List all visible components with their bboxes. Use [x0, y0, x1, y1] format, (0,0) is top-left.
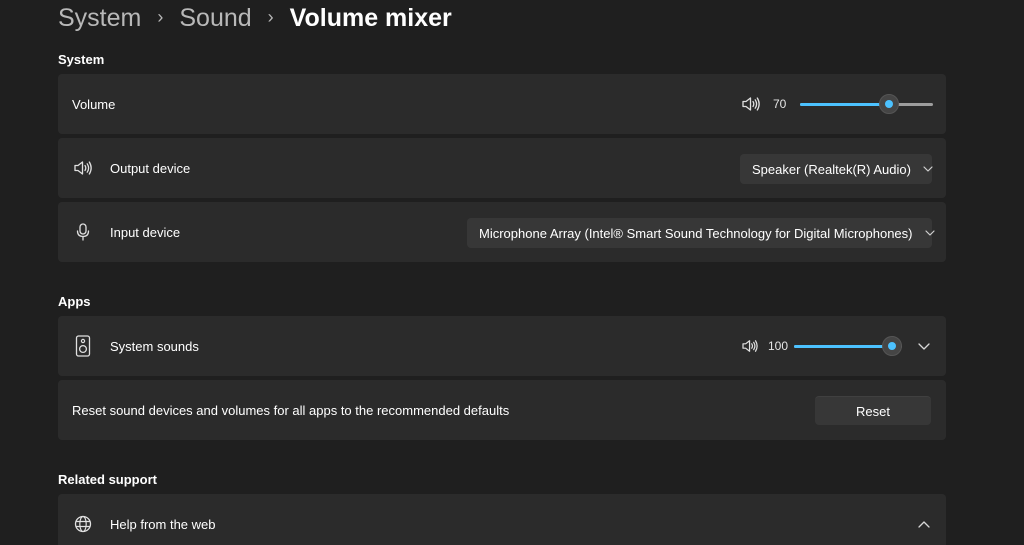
chevron-down-icon[interactable] [918, 316, 930, 376]
speaker-icon [72, 138, 94, 198]
breadcrumb-system[interactable]: System [58, 4, 141, 33]
reset-button[interactable]: Reset [815, 396, 931, 425]
volume-mixer-page: System › Sound › Volume mixer System Vol… [0, 0, 1024, 545]
help-from-web-label: Help from the web [110, 516, 216, 532]
system-sounds-slider[interactable] [794, 336, 903, 356]
input-device-label: Input device [110, 224, 181, 240]
slider-fill [800, 103, 890, 106]
chevron-down-icon [923, 166, 933, 172]
system-sounds-volume-group: 100 [741, 316, 903, 376]
section-title-related-support: Related support [58, 472, 157, 487]
slider-thumb[interactable] [882, 336, 903, 356]
volume-card: Volume 70 [58, 74, 946, 134]
system-sounds-card[interactable]: System sounds 100 [58, 316, 946, 376]
system-sounds-icon [72, 316, 94, 376]
input-device-dropdown[interactable]: Microphone Array (Intel® Smart Sound Tec… [467, 218, 935, 248]
chevron-up-icon[interactable] [918, 494, 930, 545]
speaker-icon[interactable] [741, 96, 761, 112]
volume-value: 70 [773, 97, 787, 111]
page-title: Volume mixer [289, 3, 452, 32]
input-device-selected: Microphone Array (Intel® Smart Sound Tec… [479, 225, 913, 241]
volume-label: Volume [72, 96, 116, 112]
slider-thumb[interactable] [879, 94, 900, 114]
output-device-selected: Speaker (Realtek(R) Audio) [752, 161, 911, 177]
globe-icon [72, 494, 94, 545]
output-device-dropdown[interactable]: Speaker (Realtek(R) Audio) [740, 154, 933, 184]
speaker-icon[interactable] [741, 339, 759, 353]
volume-slider[interactable] [800, 94, 934, 114]
system-sounds-value: 100 [768, 339, 789, 353]
reset-card: Reset sound devices and volumes for all … [58, 380, 946, 440]
section-title-apps: Apps [58, 294, 91, 309]
output-device-card: Output device Speaker (Realtek(R) Audio) [58, 138, 946, 198]
system-sounds-label: System sounds [110, 338, 199, 354]
breadcrumb: System › Sound › Volume mixer [58, 0, 452, 36]
breadcrumb-sound[interactable]: Sound [179, 4, 251, 33]
microphone-icon [72, 202, 94, 262]
output-device-label: Output device [110, 160, 191, 176]
master-volume-group: 70 [741, 74, 934, 134]
reset-description: Reset sound devices and volumes for all … [72, 402, 510, 418]
section-title-system: System [58, 52, 105, 67]
help-from-web-card[interactable]: Help from the web [58, 494, 946, 545]
chevron-right-icon: › [267, 6, 274, 27]
chevron-down-icon [924, 230, 935, 236]
chevron-right-icon: › [157, 6, 164, 27]
input-device-card: Input device Microphone Array (Intel® Sm… [58, 202, 946, 262]
slider-fill [794, 345, 893, 348]
